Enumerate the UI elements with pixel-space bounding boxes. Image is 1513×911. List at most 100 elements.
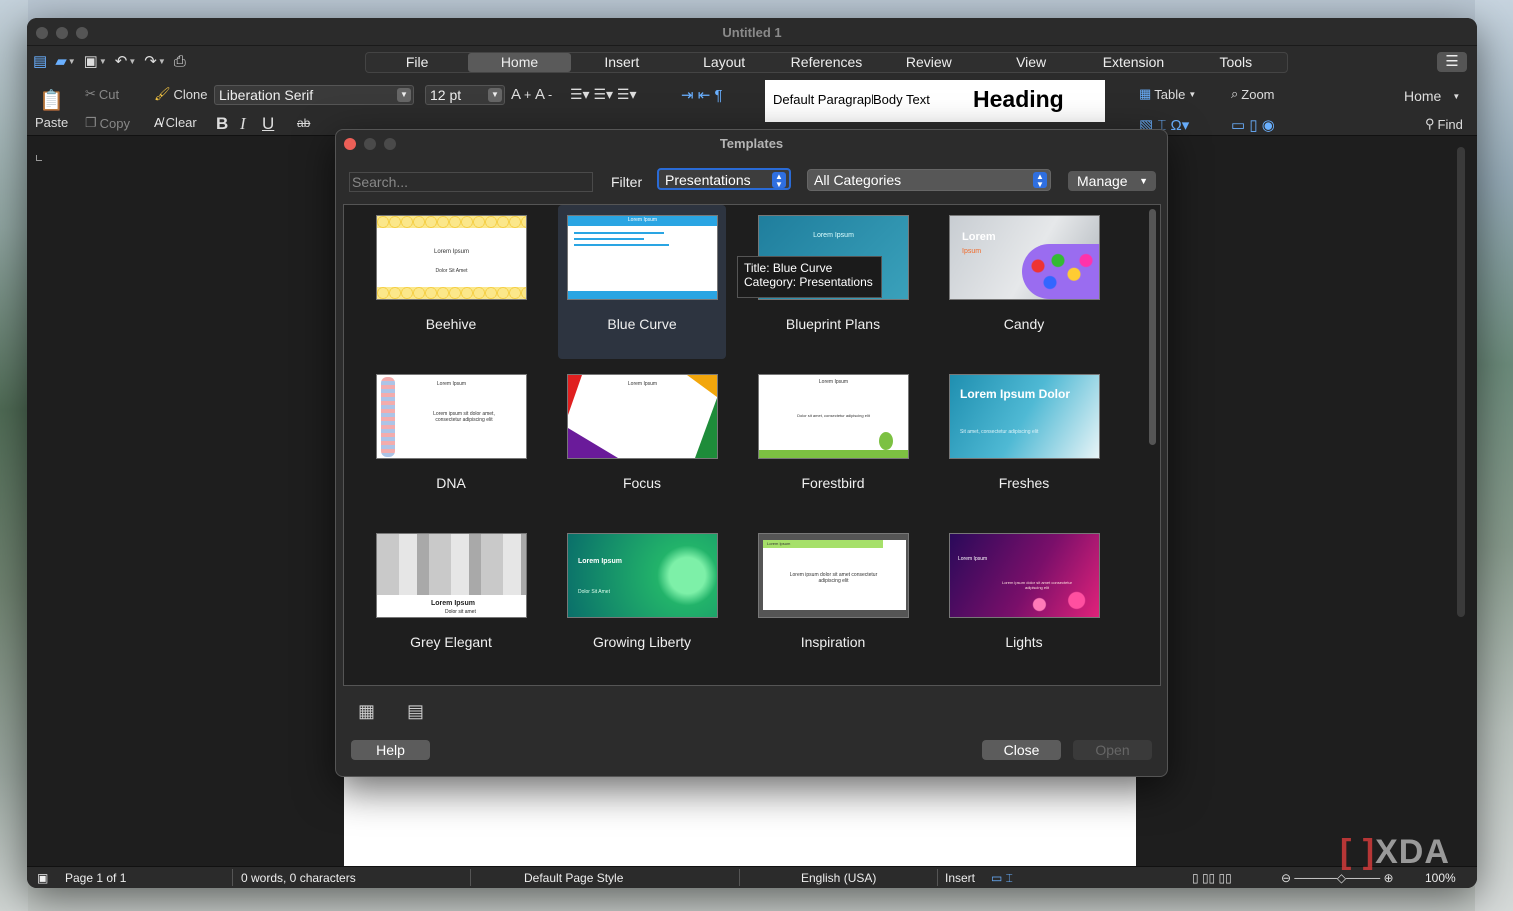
- grow-font-icon[interactable]: A +: [511, 86, 531, 103]
- copy-button[interactable]: ❐ Copy: [85, 115, 130, 131]
- tab-review[interactable]: Review: [878, 53, 980, 72]
- tab-home[interactable]: Home: [468, 53, 571, 72]
- new-document-icon[interactable]: ▤: [33, 52, 47, 70]
- template-tile-forestbird[interactable]: Lorem Ipsum Dolor sit amet, consectetur …: [749, 364, 917, 518]
- word-count[interactable]: 0 words, 0 characters: [241, 871, 356, 885]
- underline-icon[interactable]: U: [262, 114, 274, 134]
- template-thumbnail: Lorem Ipsum: [567, 374, 718, 459]
- save-status-icon[interactable]: ▣: [37, 871, 48, 885]
- hamburger-menu-icon[interactable]: ☰: [1437, 52, 1467, 72]
- divider: [739, 869, 740, 886]
- divider: [937, 869, 938, 886]
- paste-button[interactable]: 📋 Paste: [35, 88, 68, 130]
- tab-references[interactable]: References: [775, 53, 877, 72]
- tab-tools[interactable]: Tools: [1185, 53, 1287, 72]
- template-label: Inspiration: [800, 634, 866, 650]
- print-icon[interactable]: ⎙: [174, 52, 186, 70]
- chevron-down-icon: ▼: [488, 88, 502, 102]
- template-tile-focus[interactable]: Lorem Ipsum Focus: [558, 364, 726, 518]
- indent-icon[interactable]: ⇥ ⇤ ¶: [681, 86, 723, 104]
- vertical-scrollbar[interactable]: [1457, 147, 1465, 617]
- binoculars-icon: ⚲: [1425, 116, 1435, 131]
- find-button[interactable]: ⚲ Find: [1425, 116, 1463, 132]
- divider: [232, 869, 233, 886]
- filter-label: Filter: [611, 174, 643, 190]
- comment-icon[interactable]: ▭ ▯ ◉: [1231, 116, 1275, 134]
- template-thumbnail: Lorem Ipsum Dolor Sit amet, consectetur …: [949, 374, 1100, 459]
- open-button[interactable]: Open: [1073, 740, 1152, 760]
- document-page[interactable]: [344, 777, 1136, 867]
- template-tile-blue-curve[interactable]: Lorem Ipsum Blue Curve: [558, 205, 726, 359]
- style-heading[interactable]: Heading: [973, 86, 1064, 113]
- magnifier-icon: ⌕: [1231, 86, 1239, 101]
- tab-extension[interactable]: Extension: [1082, 53, 1184, 72]
- template-thumbnail: Lorem Ipsum: [949, 215, 1100, 300]
- strikethrough-icon[interactable]: ab: [297, 116, 310, 130]
- template-tile-grey-elegant[interactable]: Lorem Ipsum Dolor sit amet Grey Elegant: [367, 523, 535, 677]
- bold-icon[interactable]: B: [216, 114, 228, 134]
- open-folder-icon[interactable]: ▰ ▼: [55, 52, 75, 70]
- template-tile-inspiration[interactable]: Lorem Ipsum Lorem ipsum dolor sit amet c…: [749, 523, 917, 677]
- list-view-icon[interactable]: ▤: [407, 701, 424, 722]
- quick-access-toolbar: ▤ ▰ ▼ ▣ ▼ ↶ ▼ ↷ ▼ ⎙: [33, 52, 186, 71]
- desktop-background-left: [0, 0, 28, 911]
- zoom-level[interactable]: 100%: [1425, 871, 1456, 885]
- language[interactable]: English (USA): [801, 871, 876, 885]
- style-body-text[interactable]: Body Text: [873, 92, 934, 107]
- category-select[interactable]: All Categories ▲ ▼: [807, 169, 1051, 191]
- template-tile-candy[interactable]: Lorem Ipsum Candy: [940, 205, 1108, 359]
- template-gallery[interactable]: Lorem Ipsum Dolor Sit Amet Beehive Lorem…: [343, 204, 1161, 686]
- tab-view[interactable]: View: [980, 53, 1082, 72]
- view-layout-icons[interactable]: ▯ ▯▯ ▯▯: [1192, 871, 1232, 885]
- dialog-title: Templates: [719, 136, 784, 151]
- template-tile-beehive[interactable]: Lorem Ipsum Dolor Sit Amet Beehive: [367, 205, 535, 359]
- templates-dialog: Templates Search... Filter Presentations…: [335, 129, 1168, 777]
- template-tile-lights[interactable]: Lorem Ipsum Lorem ipsum dolor sit amet c…: [940, 523, 1108, 677]
- bullet-list-icon[interactable]: ☰▾ ☰▾ ☰▾: [570, 86, 637, 103]
- shrink-font-icon[interactable]: A-: [535, 86, 552, 103]
- tab-layout[interactable]: Layout: [673, 53, 775, 72]
- template-label: Grey Elegant: [410, 634, 492, 650]
- template-label: Freshes: [998, 475, 1050, 491]
- help-button[interactable]: Help: [351, 740, 430, 760]
- font-name-combo[interactable]: Liberation Serif ▼: [214, 85, 414, 105]
- clear-formatting-button[interactable]: A̸ Clear: [154, 115, 197, 130]
- insert-mode[interactable]: Insert: [945, 871, 975, 885]
- gallery-scrollbar[interactable]: [1149, 209, 1156, 679]
- template-tile-growing-liberty[interactable]: Lorem Ipsum Dolor Sit Amet Growing Liber…: [558, 523, 726, 677]
- redo-icon[interactable]: ↷ ▼: [144, 52, 166, 70]
- paintbrush-icon: 🖌: [154, 86, 171, 101]
- thumbnail-view-icon[interactable]: ▦: [358, 701, 375, 722]
- template-tile-dna[interactable]: Lorem Ipsum Lorem ipsum sit dolor amet, …: [367, 364, 535, 518]
- copy-icon: ❐: [85, 115, 97, 130]
- status-bar: ▣ Page 1 of 1 0 words, 0 characters Defa…: [27, 866, 1477, 888]
- manage-button[interactable]: Manage ▼: [1068, 171, 1156, 191]
- tab-file[interactable]: File: [366, 53, 468, 72]
- zoom-button[interactable]: ⌕ Zoom: [1231, 86, 1275, 102]
- italic-icon[interactable]: I: [240, 114, 246, 134]
- cut-button[interactable]: ✂ Cut: [85, 86, 119, 102]
- template-label: Beehive: [425, 316, 477, 332]
- close-button[interactable]: Close: [982, 740, 1061, 760]
- undo-icon[interactable]: ↶ ▼: [115, 52, 137, 70]
- clone-button[interactable]: 🖌 Clone: [154, 86, 207, 102]
- table-button[interactable]: ▦ Table ▼: [1139, 86, 1196, 102]
- chevron-down-icon: ▼: [1139, 176, 1148, 186]
- search-input[interactable]: Search...: [349, 172, 593, 192]
- font-size-combo[interactable]: 12 pt ▼: [425, 85, 505, 105]
- page-style[interactable]: Default Page Style: [524, 871, 623, 885]
- filter-select[interactable]: Presentations ▲ ▼: [657, 168, 791, 190]
- template-thumbnail: Lorem Ipsum Dolor Sit Amet: [567, 533, 718, 618]
- paragraph-styles-preview[interactable]: Default Paragraph Style Body Text Headin…: [765, 80, 1105, 122]
- zoom-slider[interactable]: ⊖ ─────◇──── ⊕: [1281, 871, 1394, 885]
- updown-chevron-icon: ▲ ▼: [1033, 172, 1047, 189]
- template-tooltip: Title: Blue Curve Category: Presentation…: [737, 256, 882, 298]
- template-thumbnail: Lorem Ipsum Lorem ipsum sit dolor amet, …: [376, 374, 527, 459]
- save-icon[interactable]: ▣ ▼: [84, 52, 107, 70]
- home-dropdown[interactable]: Home ▼: [1404, 88, 1460, 104]
- template-tile-freshes[interactable]: Lorem Ipsum Dolor Sit amet, consectetur …: [940, 364, 1108, 518]
- tab-insert[interactable]: Insert: [571, 53, 673, 72]
- chevron-down-icon: ▼: [397, 88, 411, 102]
- page-count[interactable]: Page 1 of 1: [65, 871, 126, 885]
- selection-mode-icon[interactable]: ▭ ⌶: [991, 871, 1013, 886]
